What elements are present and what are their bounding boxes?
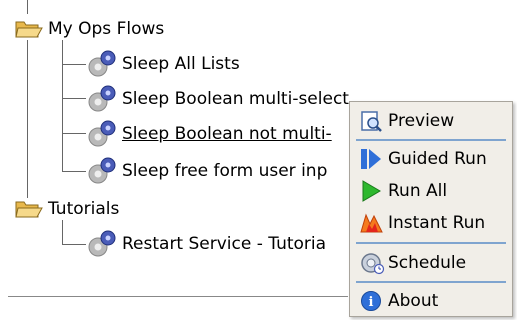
flow-gear-icon <box>84 156 120 186</box>
flow-gear-icon <box>84 49 120 79</box>
ops-flows-tree-view: My Ops Flows Sleep All Lists Sleep Boole… <box>0 0 517 320</box>
tree-connector <box>62 220 63 244</box>
about-icon: i <box>358 288 386 314</box>
folder-label: Tutorials <box>48 199 120 219</box>
tree-connector <box>62 64 86 65</box>
flow-label: Sleep Boolean multi-select <box>122 89 349 109</box>
menu-item-run-all[interactable]: Run All <box>350 176 512 206</box>
context-menu: Preview Guided Run Run All Instant Run S… <box>349 101 513 317</box>
menu-item-preview[interactable]: Preview <box>350 106 512 136</box>
flow-gear-icon <box>84 119 120 149</box>
menu-separator <box>356 242 506 244</box>
svg-text:i: i <box>369 295 374 310</box>
tree-item-flow[interactable]: Sleep Boolean multi-select <box>84 84 349 114</box>
tree-item-flow[interactable]: Sleep free form user inp <box>84 156 328 186</box>
tree-item-flow[interactable]: Restart Service - Tutoria <box>84 229 327 259</box>
tree-item-flow[interactable]: Sleep All Lists <box>84 49 240 79</box>
instant-run-icon <box>358 210 386 236</box>
menu-item-label: Run All <box>388 181 448 201</box>
menu-item-label: About <box>388 291 439 311</box>
folder-open-icon <box>14 17 46 41</box>
flow-label: Sleep free form user inp <box>122 161 328 181</box>
menu-separator <box>356 139 506 141</box>
tree-connector <box>62 171 86 172</box>
tree-connector <box>62 244 86 245</box>
tree-folder-my-ops-flows[interactable]: My Ops Flows <box>14 16 164 42</box>
folder-open-icon <box>14 197 46 221</box>
guided-run-icon <box>358 146 386 172</box>
tree-connector <box>27 40 28 198</box>
tree-connector <box>62 133 86 134</box>
flow-gear-icon <box>84 229 120 259</box>
folder-label: My Ops Flows <box>48 19 165 39</box>
menu-item-guided-run[interactable]: Guided Run <box>350 144 512 174</box>
preview-icon <box>358 108 386 134</box>
panel-divider <box>8 296 348 297</box>
flow-label: Restart Service - Tutoria <box>122 234 327 254</box>
tree-item-flow-selected[interactable]: Sleep Boolean not multi- <box>84 119 332 149</box>
menu-item-label: Schedule <box>388 253 467 273</box>
menu-item-about[interactable]: i About <box>350 286 512 316</box>
flow-gear-icon <box>84 84 120 114</box>
menu-item-label: Instant Run <box>388 213 486 233</box>
tree-connector <box>62 40 63 172</box>
flow-label: Sleep All Lists <box>122 54 240 74</box>
schedule-icon <box>358 250 386 276</box>
flow-label: Sleep Boolean not multi- <box>122 124 332 144</box>
tree-connector <box>62 98 86 99</box>
tree-connector <box>27 0 28 14</box>
menu-item-label: Preview <box>388 111 455 131</box>
menu-separator <box>356 281 506 283</box>
run-all-icon <box>358 178 386 204</box>
tree-folder-tutorials[interactable]: Tutorials <box>14 196 119 222</box>
menu-item-label: Guided Run <box>388 149 487 169</box>
menu-item-instant-run[interactable]: Instant Run <box>350 208 512 238</box>
menu-item-schedule[interactable]: Schedule <box>350 248 512 278</box>
